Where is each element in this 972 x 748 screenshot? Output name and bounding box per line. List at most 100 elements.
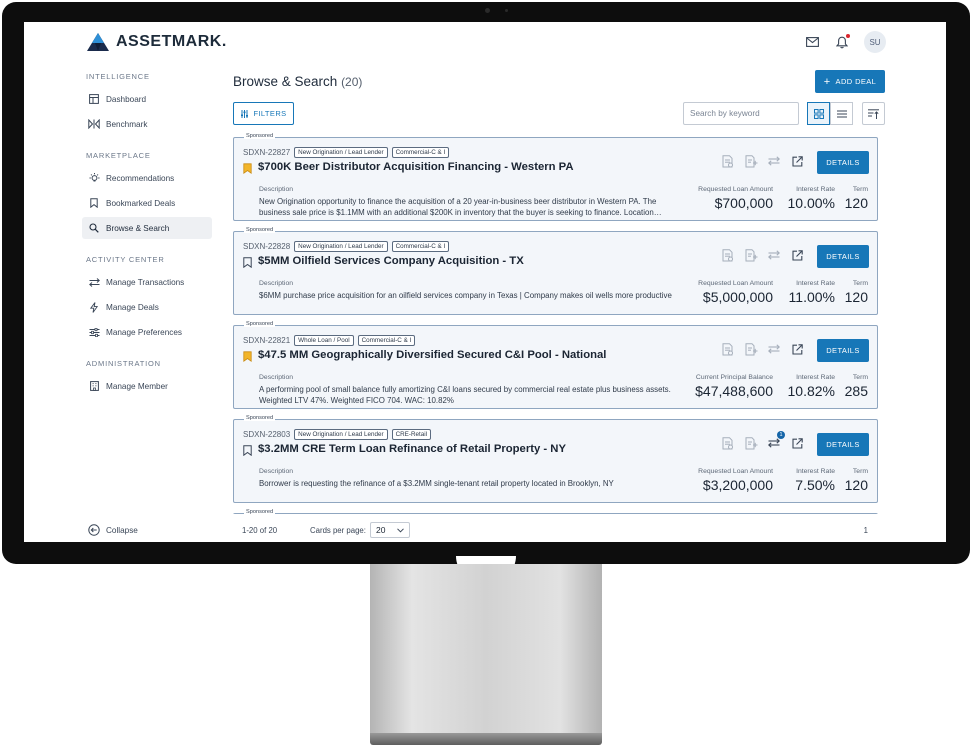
document-icon[interactable] [721, 436, 735, 450]
sidebar-item-manage-preferences[interactable]: Manage Preferences [82, 321, 212, 343]
deal-description: A performing pool of small balance fully… [259, 385, 671, 405]
grid-view-button[interactable] [807, 102, 830, 125]
sidebar-item-manage-transactions[interactable]: Manage Transactions [82, 271, 212, 293]
sort-button[interactable] [862, 102, 885, 125]
external-link-icon[interactable] [790, 154, 804, 168]
external-link-icon[interactable] [790, 342, 804, 356]
details-button[interactable]: DETAILS [817, 151, 869, 174]
transfer-icon[interactable] [767, 154, 781, 168]
term-value: 120 [844, 289, 868, 305]
sidebar-item-browse-search[interactable]: Browse & Search [82, 217, 212, 239]
external-link-icon[interactable] [790, 436, 804, 450]
sponsored-label: Sponsored [244, 321, 276, 327]
search-input[interactable]: Search by keyword [683, 102, 799, 125]
sidebar-item-manage-deals[interactable]: Manage Deals [82, 296, 212, 318]
document-icon[interactable] [721, 342, 735, 356]
deal-tag: CRE-Retail [391, 429, 432, 440]
lightbulb-icon [88, 172, 100, 184]
camera [485, 8, 490, 13]
list-icon [836, 110, 847, 117]
logo-mark-icon [87, 33, 109, 51]
amount-label: Requested Loan Amount [698, 280, 773, 287]
external-link-icon[interactable] [790, 248, 804, 262]
transfer-icon[interactable] [767, 248, 781, 262]
add-note-icon[interactable] [744, 342, 758, 356]
avatar[interactable]: SU [864, 31, 886, 53]
description-label: Description [259, 468, 293, 475]
sponsored-label: Sponsored [244, 133, 276, 139]
deal-card[interactable]: Sponsored SDXN-22828 New Origination / Lea… [233, 227, 878, 315]
sidebar-item-label: Recommendations [106, 173, 175, 183]
filters-button[interactable]: FILTERS [233, 102, 294, 125]
sidebar-item-label: Manage Transactions [106, 277, 185, 287]
deal-id: SDXN-22821 [243, 336, 291, 345]
sidebar-item-label: Bookmarked Deals [106, 198, 176, 208]
sponsored-label: Sponsored [244, 509, 276, 514]
search-icon [88, 222, 100, 234]
sidebar-item-manage-member[interactable]: Manage Member [82, 375, 212, 397]
sidebar-item-recommendations[interactable]: Recommendations [82, 167, 212, 189]
add-deal-label: ADD DEAL [835, 77, 877, 86]
deal-title[interactable]: $47.5 MM Geographically Diversified Secu… [258, 349, 606, 361]
mail-icon[interactable] [804, 34, 820, 50]
list-view-button[interactable] [830, 102, 853, 125]
amount-value: $700,000 [714, 195, 773, 211]
add-note-icon[interactable] [744, 154, 758, 168]
interest-rate-value: 10.82% [787, 383, 835, 399]
sidebar-item-label: Manage Member [106, 381, 168, 391]
document-icon[interactable] [721, 248, 735, 262]
collapse-button[interactable]: Collapse [88, 524, 138, 536]
sidebar-item-bookmarked-deals[interactable]: Bookmarked Deals [82, 192, 212, 214]
document-icon[interactable] [721, 154, 735, 168]
sidebar-item-benchmark[interactable]: Benchmark [82, 113, 212, 135]
deal-card[interactable]: Sponsored SDXN-22821 Whole Loan / Pool Comm… [233, 321, 878, 409]
details-button[interactable]: DETAILS [817, 245, 869, 268]
term-value: 120 [844, 195, 868, 211]
add-deal-button[interactable]: + ADD DEAL [815, 70, 885, 93]
deal-card[interactable]: Sponsored SDXN-22803 New Origination / Lea… [233, 415, 878, 503]
details-button[interactable]: DETAILS [817, 339, 869, 362]
term-value: 285 [844, 383, 868, 399]
interest-rate-value: 11.00% [788, 289, 835, 305]
deal-card[interactable]: Sponsored SDXN-22827 New Origination / Lea… [233, 133, 878, 221]
bookmark-icon[interactable] [243, 443, 253, 457]
sidebar-item-dashboard[interactable]: Dashboard [82, 88, 212, 110]
amount-label: Requested Loan Amount [698, 186, 773, 193]
deal-card[interactable]: Sponsored [233, 509, 878, 514]
bookmark-icon[interactable] [243, 255, 253, 269]
sliders-icon [88, 326, 100, 338]
interest-rate-label: Interest Rate [796, 280, 835, 287]
bookmark-filled-icon[interactable] [243, 349, 253, 362]
page-title-text: Browse & Search [233, 74, 338, 89]
add-note-icon[interactable] [744, 436, 758, 450]
deal-title[interactable]: $5MM Oilfield Services Company Acquisiti… [258, 255, 524, 267]
bell-icon[interactable] [834, 34, 850, 50]
deal-description: New Origination opportunity to finance t… [259, 197, 662, 217]
interest-rate-label: Interest Rate [796, 468, 835, 475]
camera-sensor [505, 9, 508, 12]
notification-dot [846, 34, 850, 38]
bookmark-filled-icon[interactable] [243, 161, 253, 174]
deal-card-list: Sponsored SDXN-22827 New Origination / Lea… [232, 130, 886, 514]
page-number[interactable]: 1 [864, 526, 868, 535]
transfer-icon[interactable] [767, 342, 781, 356]
deal-title[interactable]: $700K Beer Distributor Acquisition Finan… [258, 161, 574, 173]
amount-value: $5,000,000 [702, 289, 773, 305]
term-label: Term [852, 468, 868, 475]
term-label: Term [852, 280, 868, 287]
details-button[interactable]: DETAILS [817, 433, 869, 456]
dashboard-icon [88, 93, 100, 105]
main-content: Browse & Search (20) + ADD DEAL FILTERS … [232, 66, 886, 542]
sidebar-item-label: Dashboard [106, 94, 147, 104]
sidebar-item-label: Browse & Search [106, 223, 170, 233]
deal-tag: Whole Loan / Pool [294, 335, 354, 346]
page-title: Browse & Search (20) [233, 74, 362, 89]
cards-per-page-select[interactable]: 20 [370, 522, 410, 538]
add-note-icon[interactable] [744, 248, 758, 262]
building-icon [88, 380, 100, 392]
deal-title[interactable]: $3.2MM CRE Term Loan Refinance of Retail… [258, 443, 566, 455]
brand-logo[interactable]: ASSETMARK. [86, 32, 227, 52]
filter-icon [241, 109, 249, 118]
transfer-icon[interactable]: 1 [767, 431, 785, 450]
sidebar-item-label: Manage Deals [106, 302, 159, 312]
